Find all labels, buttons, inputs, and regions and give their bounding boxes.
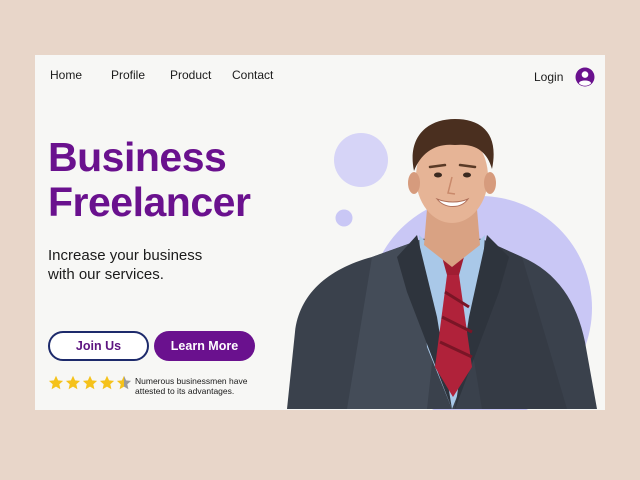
nav-product[interactable]: Product bbox=[170, 68, 211, 82]
login-link[interactable]: Login bbox=[534, 70, 563, 84]
rating-caption-line2: attested to its advantages. bbox=[135, 386, 235, 396]
learn-more-button[interactable]: Learn More bbox=[154, 331, 255, 361]
hero-subtitle-line1: Increase your business bbox=[48, 247, 203, 264]
hero-title: Business Freelancer bbox=[48, 134, 251, 225]
landing-card: Home Profile Product Contact Login Busin… bbox=[35, 55, 605, 410]
star-icon bbox=[82, 375, 98, 390]
nav-home[interactable]: Home bbox=[50, 68, 82, 82]
star-icon bbox=[116, 375, 132, 390]
star-icon bbox=[99, 375, 115, 390]
nav-profile[interactable]: Profile bbox=[111, 68, 145, 82]
join-us-button[interactable]: Join Us bbox=[48, 331, 149, 361]
user-circle-icon[interactable] bbox=[575, 67, 595, 87]
rating-caption: Numerous businessmen have attested to it… bbox=[135, 376, 265, 396]
rating-caption-line1: Numerous businessmen have bbox=[135, 376, 248, 386]
top-nav: Home Profile Product Contact Login bbox=[35, 55, 605, 95]
star-icon bbox=[65, 375, 81, 390]
star-icon bbox=[48, 375, 64, 390]
businessman-image bbox=[287, 119, 597, 409]
hero-title-line2: Freelancer bbox=[48, 179, 251, 225]
hero-subtitle-line2: with our services. bbox=[48, 266, 164, 283]
nav-contact[interactable]: Contact bbox=[232, 68, 273, 82]
hero-title-line1: Business bbox=[48, 134, 227, 180]
hero-subtitle: Increase your business with our services… bbox=[48, 246, 248, 284]
star-rating bbox=[48, 375, 132, 391]
